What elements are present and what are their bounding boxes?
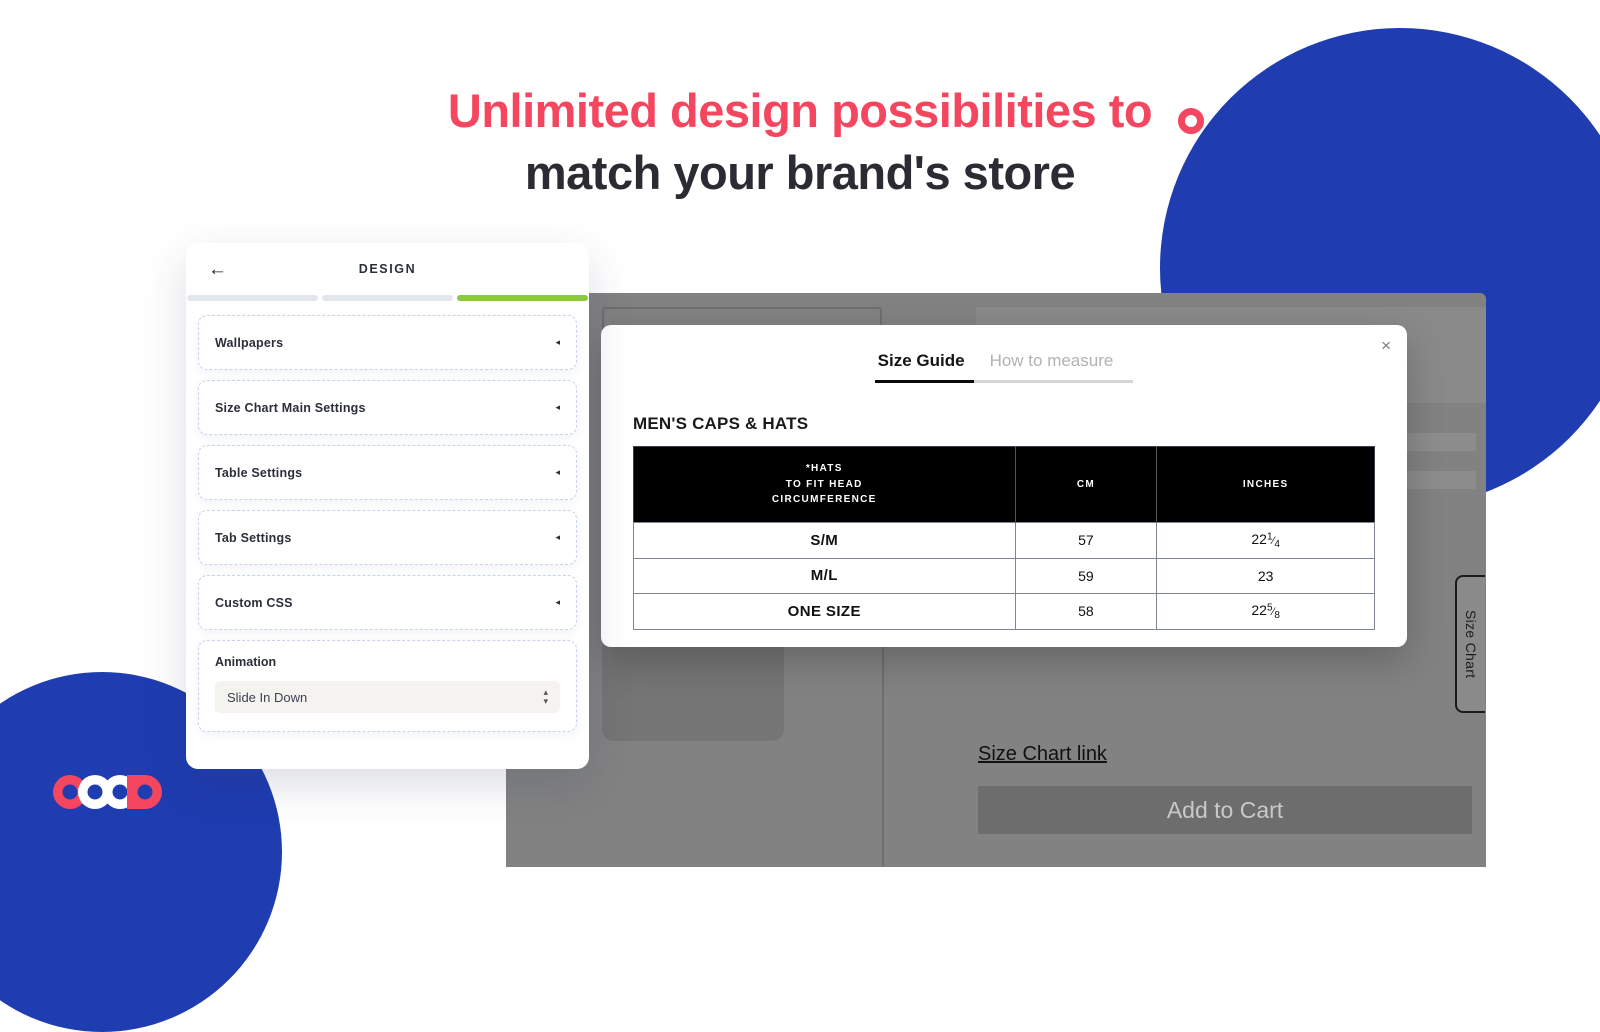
progress-segment-2 — [322, 295, 453, 301]
chevron-down-icon: ▾ — [543, 695, 548, 706]
table-row: S/M 57 221⁄4 — [633, 521, 1375, 559]
size-chart-side-tab[interactable]: Size Chart — [1455, 575, 1485, 713]
table-header-row: *HATS TO FIT HEAD CIRCUMFERENCE CM INCHE… — [633, 446, 1375, 522]
logo-o1-hole — [87, 784, 103, 800]
row-size-1: M/L — [633, 557, 1016, 594]
size-chart-table: *HATS TO FIT HEAD CIRCUMFERENCE CM INCHE… — [633, 446, 1375, 630]
design-settings-panel: ← DESIGN Wallpapers ◂ Size Chart Main Se… — [186, 243, 589, 769]
size-table-title: MEN'S CAPS & HATS — [633, 414, 809, 433]
size-chart-link[interactable]: Size Chart link — [978, 743, 1107, 766]
row-inches-0: 221⁄4 — [1156, 521, 1375, 559]
table-row: M/L 59 23 — [633, 557, 1375, 594]
row-size-2: ONE SIZE — [633, 592, 1016, 630]
size-guide-modal: × Size Guide How to measure MEN'S CAPS &… — [601, 325, 1407, 647]
sidebar-item-tab-settings[interactable]: Tab Settings ◂ — [198, 510, 577, 565]
row-cm-1: 59 — [1014, 557, 1158, 594]
panel-header: ← DESIGN — [186, 243, 589, 295]
row-inches-2-den: 8 — [1274, 609, 1280, 621]
headline-line-2: match your brand's store — [524, 146, 1076, 200]
panel-body: Wallpapers ◂ Size Chart Main Settings ◂ … — [186, 301, 589, 732]
chevron-left-icon: ◂ — [555, 467, 560, 477]
row-inches-2-whole: 22 — [1251, 601, 1267, 618]
animation-label: Animation — [215, 655, 277, 669]
column-header-hats: *HATS TO FIT HEAD CIRCUMFERENCE — [633, 446, 1016, 522]
chevron-left-icon: ◂ — [555, 402, 560, 412]
chevron-left-icon: ◂ — [555, 532, 560, 542]
animation-select[interactable]: Slide In Down ▴ ▾ — [215, 681, 560, 713]
row-cm-0: 57 — [1014, 521, 1158, 559]
chevron-left-icon: ◂ — [555, 597, 560, 607]
accordion-label: Table Settings — [215, 465, 303, 480]
table-row: ONE SIZE 58 225⁄8 — [633, 592, 1375, 630]
column-header-hats-line-2: TO FIT HEAD — [785, 478, 863, 490]
logo-d-hole — [137, 784, 153, 800]
product-thumbnail — [602, 635, 784, 741]
logo-o2-hole — [112, 784, 128, 800]
sidebar-item-wallpapers[interactable]: Wallpapers ◂ — [198, 315, 577, 370]
column-header-cm: CM — [1015, 446, 1158, 522]
logo-glyphs: GOOD — [53, 775, 162, 809]
row-cm-2: 58 — [1014, 592, 1158, 630]
accordion-label: Custom CSS — [215, 595, 293, 610]
row-inches-2: 225⁄8 — [1156, 592, 1375, 630]
add-to-cart-button[interactable]: Add to Cart — [978, 786, 1472, 834]
animation-section: Animation Slide In Down ▴ ▾ — [198, 640, 577, 732]
row-size-0: S/M — [633, 521, 1016, 559]
modal-tab-bar: Size Guide How to measure — [601, 325, 1407, 383]
progress-segment-3 — [457, 295, 588, 301]
brand-logo: GOOD — [53, 775, 162, 809]
tab-how-to-measure[interactable]: How to measure — [973, 351, 1134, 383]
page-title: DESIGN — [358, 262, 417, 276]
accordion-label: Size Chart Main Settings — [215, 400, 366, 415]
size-chart-side-tab-label: Size Chart — [1463, 609, 1479, 679]
sidebar-item-custom-css[interactable]: Custom CSS ◂ — [198, 575, 577, 630]
row-inches-0-num: 1 — [1266, 530, 1273, 542]
row-inches-0-den: 4 — [1274, 538, 1280, 550]
chevron-up-icon: ▴ — [543, 687, 548, 698]
accordion-label: Wallpapers — [215, 335, 284, 350]
chevron-left-icon: ◂ — [555, 337, 560, 347]
progress-segment-1 — [187, 295, 318, 301]
animation-select-value: Slide In Down — [227, 689, 308, 705]
sidebar-item-table-settings[interactable]: Table Settings ◂ — [198, 445, 577, 500]
accordion-label: Tab Settings — [215, 530, 292, 545]
row-inches-0-whole: 22 — [1251, 530, 1267, 547]
row-inches-2-num: 5 — [1266, 602, 1273, 614]
column-header-hats-line-1: *HATS — [805, 463, 843, 474]
sidebar-item-size-chart-main-settings[interactable]: Size Chart Main Settings ◂ — [198, 380, 577, 435]
column-header-hats-line-3: CIRCUMFERENCE — [771, 494, 877, 505]
close-icon[interactable]: × — [1381, 337, 1391, 354]
tab-size-guide[interactable]: Size Guide — [874, 351, 974, 383]
stepper-icon[interactable]: ▴ ▾ — [543, 687, 548, 706]
progress-bar — [186, 295, 589, 301]
column-header-inches: INCHES — [1156, 446, 1375, 522]
headline-line-1: Unlimited design possibilities to — [447, 84, 1153, 137]
page-headline: Unlimited design possibilities to match … — [0, 80, 1600, 204]
logo-g-hole — [62, 784, 78, 800]
row-inches-1: 23 — [1156, 557, 1375, 594]
